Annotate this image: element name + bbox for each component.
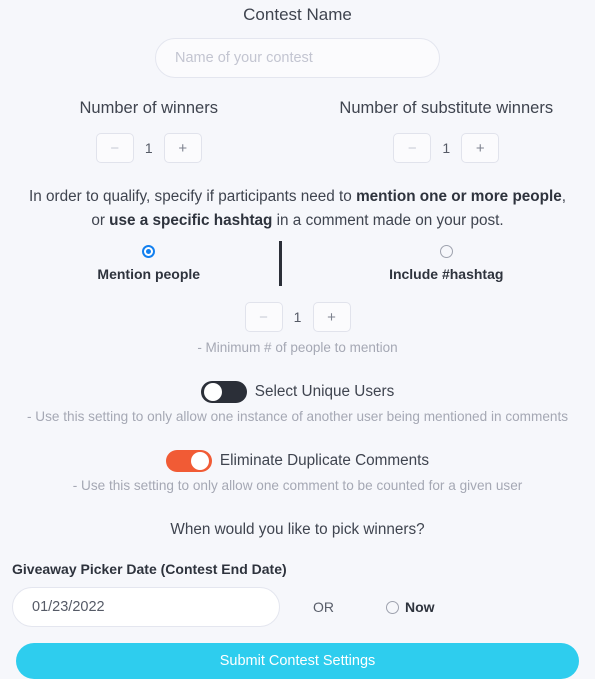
toggle-knob <box>191 452 209 470</box>
winners-value: 1 <box>134 140 164 156</box>
contest-settings-form: Contest Name Number of winners − 1 + Num… <box>0 0 595 645</box>
when-pick-winners-question: When would you like to pick winners? <box>0 521 595 539</box>
winners-increment-button[interactable]: + <box>164 133 202 163</box>
eliminate-duplicate-comments-label: Eliminate Duplicate Comments <box>220 452 429 470</box>
substitute-winners-stepper: − 1 + <box>298 133 595 163</box>
substitute-decrement-button[interactable]: − <box>393 133 431 163</box>
winners-section: Number of winners − 1 + Number of substi… <box>0 98 595 163</box>
submit-contest-settings-button[interactable]: Submit Contest Settings <box>16 643 579 679</box>
submit-row: Submit Contest Settings <box>0 643 595 679</box>
include-hashtag-label: Include #hashtag <box>298 266 595 282</box>
giveaway-date-row: OR Now <box>0 587 595 627</box>
include-hashtag-radio[interactable] <box>440 245 453 258</box>
contest-name-row <box>0 38 595 78</box>
mention-count-note: - Minimum # of people to mention <box>0 340 595 355</box>
contest-name-input[interactable] <box>155 38 440 78</box>
mention-decrement-button[interactable]: − <box>245 302 283 332</box>
qualify-line2-bold: use a specific hashtag <box>109 212 272 229</box>
qualify-choices: Mention people Include #hashtag <box>0 243 595 282</box>
winners-decrement-button[interactable]: − <box>96 133 134 163</box>
giveaway-picker-date-input[interactable] <box>12 587 280 627</box>
now-option[interactable]: Now <box>386 599 435 615</box>
choice-include-hashtag[interactable]: Include #hashtag <box>298 243 595 282</box>
now-label: Now <box>405 599 435 615</box>
toggle-knob <box>204 383 222 401</box>
select-unique-users-toggle[interactable] <box>201 381 247 403</box>
giveaway-picker-date-label: Giveaway Picker Date (Contest End Date) <box>12 561 595 577</box>
substitute-increment-button[interactable]: + <box>461 133 499 163</box>
mention-count-stepper: − 1 + <box>0 302 595 332</box>
unique-users-row: Select Unique Users <box>0 381 595 403</box>
qualify-line1-bold: mention one or more people <box>356 188 562 205</box>
winners-column: Number of winners − 1 + <box>0 98 298 163</box>
duplicate-comments-row: Eliminate Duplicate Comments <box>0 450 595 472</box>
winners-label: Number of winners <box>0 98 298 118</box>
mention-people-radio[interactable] <box>142 245 155 258</box>
choices-divider <box>279 241 282 286</box>
qualify-line2-text2: in a comment made on your post. <box>272 212 503 229</box>
now-radio[interactable] <box>386 601 399 614</box>
winners-stepper: − 1 + <box>0 133 298 163</box>
eliminate-duplicate-comments-note: - Use this setting to only allow one com… <box>0 478 595 493</box>
eliminate-duplicate-comments-toggle[interactable] <box>166 450 212 472</box>
substitute-value: 1 <box>431 140 461 156</box>
mention-people-label: Mention people <box>0 266 298 282</box>
or-separator-label: OR <box>313 599 334 615</box>
mention-increment-button[interactable]: + <box>313 302 351 332</box>
qualify-instructions: In order to qualify, specify if particip… <box>0 185 595 233</box>
substitute-winners-column: Number of substitute winners − 1 + <box>298 98 595 163</box>
choice-mention-people[interactable]: Mention people <box>0 243 298 282</box>
qualify-line1-text2: , <box>562 188 566 205</box>
substitute-winners-label: Number of substitute winners <box>298 98 595 118</box>
mention-count-value: 1 <box>283 309 313 325</box>
page-title: Contest Name <box>0 0 595 25</box>
qualify-line2-text1: or <box>91 212 109 229</box>
qualify-line1-text1: In order to qualify, specify if particip… <box>29 188 356 205</box>
select-unique-users-label: Select Unique Users <box>255 383 394 401</box>
select-unique-users-note: - Use this setting to only allow one ins… <box>0 409 595 424</box>
